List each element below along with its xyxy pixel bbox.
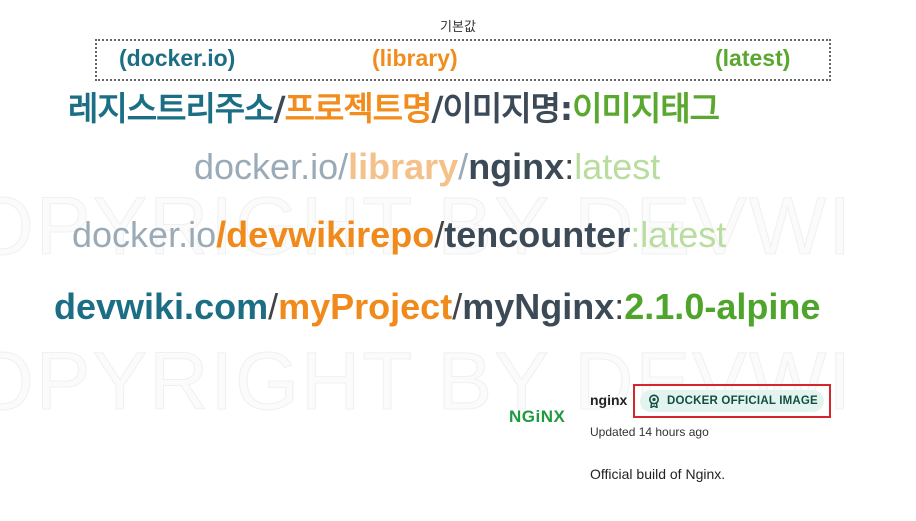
defaults-box: (docker.io) (library) (latest) xyxy=(95,39,831,81)
image-name-format: 레지스트리주소/프로젝트명/이미지명:이미지태그 xyxy=(68,82,720,130)
example-separator: / xyxy=(458,146,469,187)
example-registry: docker.io xyxy=(72,214,217,255)
repo-name[interactable]: nginx xyxy=(590,392,627,408)
format-tag: 이미지태그 xyxy=(572,89,720,128)
example-separator: / xyxy=(268,286,279,327)
example-colon: : xyxy=(630,214,641,255)
example-tag: latest xyxy=(574,146,661,187)
example-colon: : xyxy=(564,146,575,187)
example-registry: docker.io xyxy=(194,146,339,187)
medal-icon xyxy=(649,394,659,408)
format-project: 프로젝트명 xyxy=(284,89,433,128)
example-separator: / xyxy=(452,286,463,327)
nginx-repo-card: NGiNX nginx DOCKER OFFICIAL IMAGE Update… xyxy=(505,380,865,510)
defaults-caption: 기본값 xyxy=(440,20,476,35)
example-tag: latest xyxy=(640,214,727,255)
badge-label: DOCKER OFFICIAL IMAGE xyxy=(667,395,818,407)
example-registry: devwiki.com xyxy=(54,286,269,327)
example-separator: / xyxy=(216,214,227,255)
nginx-logo: NGiNX xyxy=(509,407,566,426)
example-project: myProject xyxy=(278,286,453,327)
badge-highlight-box: DOCKER OFFICIAL IMAGE xyxy=(633,384,831,418)
format-registry: 레지스트리주소 xyxy=(68,89,275,128)
default-tag: (latest) xyxy=(715,45,791,71)
example-image: nginx xyxy=(468,146,565,187)
example-tag: 2.1.0-alpine xyxy=(624,286,821,327)
format-colon: : xyxy=(559,89,573,128)
example-line: docker.io/devwikirepo/tencounter:latest xyxy=(72,214,726,256)
example-separator: / xyxy=(434,214,445,255)
official-image-badge: DOCKER OFFICIAL IMAGE xyxy=(640,390,824,412)
default-project: (library) xyxy=(372,45,458,71)
example-separator: / xyxy=(338,146,349,187)
example-project: devwikirepo xyxy=(226,214,435,255)
repo-description: Official build of Nginx. xyxy=(590,466,726,482)
format-separator: / xyxy=(431,89,443,128)
example-image: myNginx xyxy=(462,286,615,327)
format-image: 이미지명 xyxy=(442,89,560,128)
example-image: tencounter xyxy=(444,214,631,255)
format-separator: / xyxy=(273,89,286,128)
updated-timestamp: Updated 14 hours ago xyxy=(590,425,709,439)
example-colon: : xyxy=(614,286,625,327)
example-project: library xyxy=(348,146,459,187)
default-registry: (docker.io) xyxy=(119,45,236,71)
example-line: docker.io/library/nginx:latest xyxy=(194,146,660,188)
example-line: devwiki.com/myProject/myNginx:2.1.0-alpi… xyxy=(54,286,820,328)
